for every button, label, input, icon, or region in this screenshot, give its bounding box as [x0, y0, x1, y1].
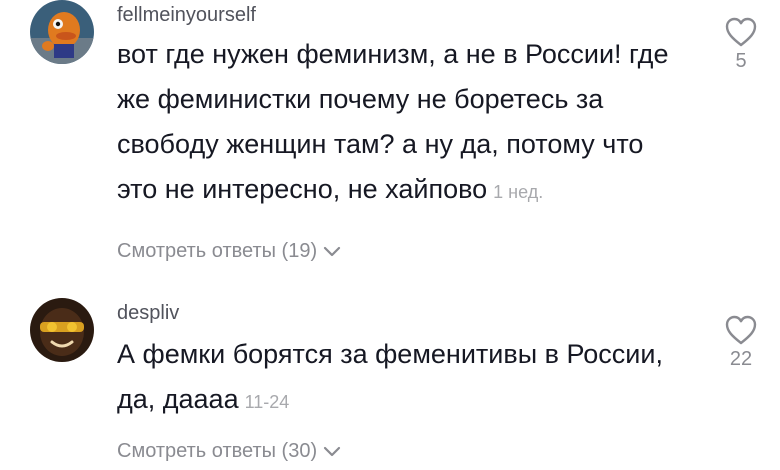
comment-text: А фемки борятся за феменитивы в России, … — [117, 332, 717, 425]
avatar[interactable] — [30, 0, 94, 64]
comment-text-line: же феминистки почему не боретесь за — [117, 84, 604, 114]
comment-text-line-4: это не интересно, не хайпово — [117, 174, 488, 204]
chevron-down-icon — [324, 246, 341, 256]
view-replies-button[interactable]: Смотреть ответы (19) — [117, 240, 341, 263]
comment-item: fellmeinyourself вот где нужен феминизм,… — [0, 0, 780, 290]
view-replies-label: Смотреть ответы (19) — [117, 240, 318, 262]
comment-text-line: это не интересно, не хайпово 1 нед. — [117, 167, 717, 215]
comment-item: despliv А фемки борятся за феменитивы в … — [0, 290, 780, 470]
comment-timestamp: 1 нед. — [493, 182, 544, 202]
comment-text-line-2: да, даааа — [117, 384, 239, 414]
like-count: 5 — [735, 50, 747, 72]
comment-username[interactable]: despliv — [117, 302, 179, 325]
view-replies-label: Смотреть ответы (30) — [117, 440, 318, 462]
heart-icon — [725, 17, 757, 47]
comment-username[interactable]: fellmeinyourself — [117, 4, 256, 27]
comment-text: вот где нужен феминизм, а не в России! г… — [117, 32, 717, 215]
avatar[interactable] — [30, 298, 94, 362]
heart-icon — [725, 315, 757, 345]
orange-character-avatar-icon — [30, 0, 94, 64]
like-count: 22 — [729, 348, 753, 370]
comment-text-line: да, даааа 11-24 — [117, 377, 717, 425]
view-replies-button[interactable]: Смотреть ответы (30) — [117, 440, 341, 463]
comment-timestamp: 11-24 — [244, 392, 290, 412]
comment-text-line: А фемки борятся за феменитивы в России, — [117, 339, 663, 369]
like-button[interactable]: 5 — [711, 16, 771, 73]
person-avatar-icon — [30, 298, 94, 362]
chevron-down-icon — [324, 446, 341, 456]
comment-text-line: свободу женщин там? а ну да, потому что — [117, 129, 644, 159]
like-button[interactable]: 22 — [711, 314, 771, 371]
comment-text-line: вот где нужен феминизм, а не в России! г… — [117, 39, 669, 69]
